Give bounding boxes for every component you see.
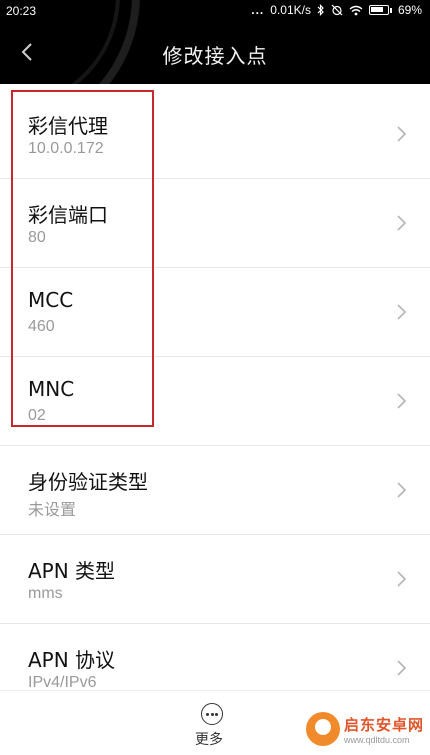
wifi-icon [349, 5, 363, 15]
setting-row-auth-type[interactable]: 身份验证类型 未设置 [0, 446, 430, 535]
setting-value: 02 [28, 407, 46, 424]
battery-percent: 69% [397, 3, 422, 17]
more-button-label[interactable]: 更多 [195, 729, 223, 749]
setting-row-mms-port[interactable]: 彩信端口 80 [0, 179, 430, 268]
setting-label: 彩信端口 [28, 203, 108, 227]
setting-value: 10.0.0.172 [28, 140, 104, 157]
battery-icon [368, 5, 392, 15]
status-right: ... 0.01K/s 69% [251, 3, 422, 17]
setting-row-mms-proxy[interactable]: 彩信代理 10.0.0.172 [0, 90, 430, 179]
status-bar: 20:23 ... 0.01K/s 69% [0, 0, 430, 22]
chevron-right-icon [397, 660, 407, 676]
more-icon[interactable] [201, 703, 223, 725]
setting-row-mnc[interactable]: MNC 02 [0, 357, 430, 446]
setting-value: 460 [28, 318, 55, 335]
setting-value: mms [28, 585, 63, 602]
settings-list: 彩信代理 10.0.0.172 彩信端口 80 MCC 460 MNC 02 身… [0, 90, 430, 713]
watermark-text: 启东安卓网 www.qdltdu.com [344, 714, 424, 745]
chevron-right-icon [397, 482, 407, 498]
setting-value: 未设置 [28, 502, 77, 519]
status-dots: ... [251, 3, 265, 17]
setting-label: MNC [28, 377, 75, 401]
chevron-right-icon [397, 304, 407, 320]
header: 修改接入点 [0, 22, 430, 84]
setting-label: APN 类型 [28, 559, 116, 583]
setting-label: APN 协议 [28, 648, 116, 672]
watermark: 启东安卓网 www.qdltdu.com [305, 712, 424, 746]
setting-label: 身份验证类型 [28, 470, 148, 494]
watermark-url: www.qdltdu.com [343, 734, 410, 745]
status-time: 20:23 [6, 4, 37, 18]
watermark-title: 启东安卓网 [343, 715, 424, 734]
setting-label: 彩信代理 [28, 114, 108, 138]
setting-row-apn-type[interactable]: APN 类型 mms [0, 535, 430, 624]
alarm-off-icon [331, 4, 343, 16]
chevron-right-icon [397, 393, 407, 409]
chevron-right-icon [397, 126, 407, 142]
page-title: 修改接入点 [162, 44, 268, 68]
network-speed: 0.01K/s [270, 3, 311, 17]
setting-value: 80 [28, 229, 46, 246]
watermark-logo-icon [305, 712, 340, 746]
chevron-right-icon [397, 215, 407, 231]
top-bar: 20:23 ... 0.01K/s 69% 修改接入点 [0, 0, 430, 84]
bluetooth-icon [317, 4, 324, 16]
setting-label: MCC [28, 288, 74, 312]
chevron-right-icon [397, 571, 407, 587]
setting-row-mcc[interactable]: MCC 460 [0, 268, 430, 357]
